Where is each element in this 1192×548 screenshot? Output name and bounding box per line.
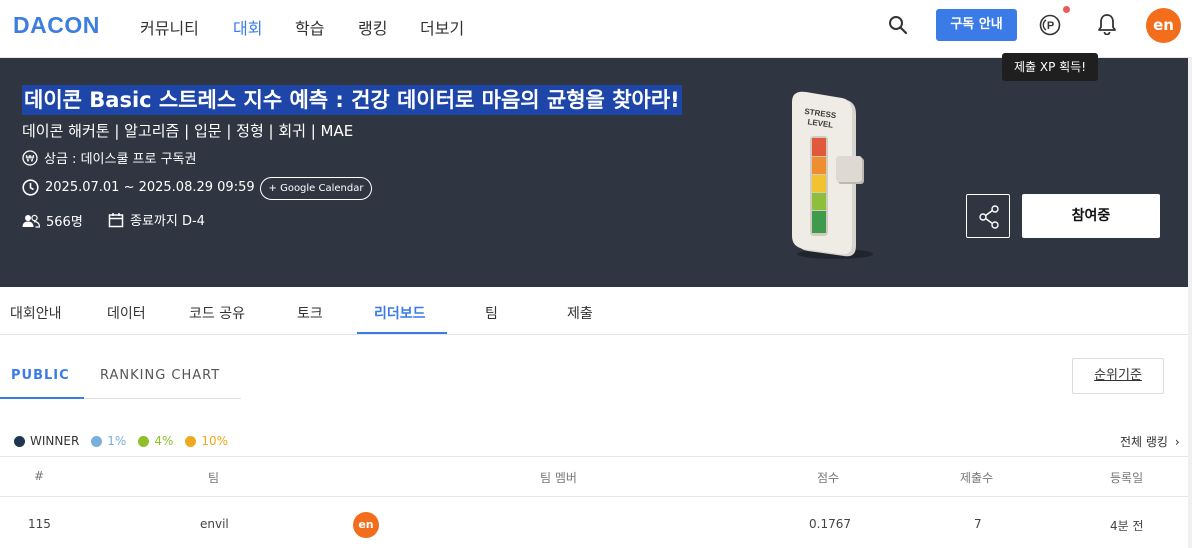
nav-item-ranking[interactable]: 랭킹 <box>358 15 387 39</box>
legend-label: 10% <box>201 434 229 448</box>
user-avatar[interactable]: en <box>1146 8 1181 43</box>
tab-submit[interactable]: 제출 <box>567 303 593 323</box>
dacon-logo[interactable]: DACON <box>13 12 100 39</box>
share-button[interactable] <box>966 194 1010 238</box>
legend-dot <box>14 435 25 447</box>
point-icon[interactable]: P <box>1038 13 1062 37</box>
row-rank: 115 <box>28 517 51 531</box>
legend-label: WINNER <box>30 434 80 448</box>
column-score: 점수 <box>817 471 840 485</box>
subtab-ranking-chart[interactable]: RANKING CHART <box>100 368 220 383</box>
search-icon[interactable] <box>888 15 908 35</box>
subscribe-button[interactable]: 구독 안내 <box>936 9 1017 41</box>
clock-icon <box>22 179 39 196</box>
ranking-criteria-button[interactable]: 순위기준 <box>1072 358 1164 394</box>
tab-leaderboard[interactable]: 리더보드 <box>374 303 426 323</box>
tab-team[interactable]: 팀 <box>485 303 498 323</box>
svg-text:P: P <box>1047 20 1054 32</box>
row-team[interactable]: envil <box>200 517 229 531</box>
rank-legend: WINNER 1% 4% 10% <box>14 434 240 448</box>
deadline-text: 종료까지 D-4 <box>130 214 205 229</box>
all-ranking-label: 전체 랭킹 <box>1120 435 1168 449</box>
xp-tooltip: 제출 XP 획득! <box>1002 53 1098 81</box>
nav-item-learning[interactable]: 학습 <box>295 15 324 39</box>
competition-tabs: 대회안내 데이터 코드 공유 토크 리더보드 팀 제출 <box>0 287 1192 335</box>
column-submissions: 제출수 <box>960 471 994 485</box>
subtab-public[interactable]: PUBLIC <box>11 368 70 383</box>
column-team: 팀 <box>208 471 220 485</box>
table-row[interactable]: 115 envil en 0.1767 7 4분 전 <box>0 497 1188 548</box>
prize-text: 상금 : 데이스쿨 프로 구독권 <box>44 152 197 167</box>
won-icon: ₩ <box>22 149 38 166</box>
tab-code-share[interactable]: 코드 공유 <box>189 303 245 323</box>
competition-tags: 데이콘 해커톤 | 알고리즘 | 입문 | 정형 | 회귀 | MAE <box>22 122 354 140</box>
join-button[interactable]: 참여중 <box>1022 194 1160 238</box>
bell-icon[interactable] <box>1097 13 1117 35</box>
prize-row: ₩ 상금 : 데이스쿨 프로 구독권 <box>22 148 196 167</box>
calendar-icon <box>108 212 124 227</box>
tab-data[interactable]: 데이터 <box>107 303 146 323</box>
active-subtab-indicator <box>0 397 84 399</box>
row-registered: 4분 전 <box>1110 519 1144 533</box>
top-navigation: DACON 커뮤니티 대회 학습 랭킹 더보기 구독 안내 P en <box>0 0 1192 58</box>
column-registered: 등록일 <box>1110 471 1144 485</box>
legend-dot <box>185 435 197 447</box>
chevron-right-icon: › <box>1174 435 1180 449</box>
leaderboard-header: # 팀 팀 멤버 점수 제출수 등록일 <box>0 456 1188 497</box>
nav-item-community[interactable]: 커뮤니티 <box>140 15 199 39</box>
period-text: 2025.07.01 ~ 2025.08.29 09:59 <box>45 180 255 195</box>
notification-dot <box>1063 6 1070 13</box>
page-scrollbar[interactable] <box>1188 58 1192 548</box>
participants-count: 566명 <box>46 215 83 230</box>
legend-dot <box>138 435 150 447</box>
tab-talk[interactable]: 토크 <box>297 303 323 323</box>
legend-top1: 1% <box>91 434 126 448</box>
legend-winner: WINNER <box>14 434 79 448</box>
row-score: 0.1767 <box>809 517 851 531</box>
nav-item-more[interactable]: 더보기 <box>420 15 464 39</box>
period-row: 2025.07.01 ~ 2025.08.29 09:59 <box>22 179 255 196</box>
svg-text:₩: ₩ <box>26 154 35 164</box>
all-ranking-link[interactable]: 전체 랭킹 › <box>1120 433 1180 450</box>
stress-level-illustration: STRESS LEVEL <box>792 91 873 259</box>
competition-title: 데이콘 Basic 스트레스 지수 예측 : 건강 데이터로 마음의 균형을 찾… <box>22 85 682 115</box>
share-icon <box>979 205 999 229</box>
column-rank: # <box>34 469 45 483</box>
people-icon <box>22 214 40 228</box>
member-avatar[interactable]: en <box>353 512 379 538</box>
row-submissions: 7 <box>974 517 982 531</box>
nav-item-competition[interactable]: 대회 <box>233 15 262 39</box>
legend-top4: 4% <box>138 434 173 448</box>
participants-row: 566명 <box>22 211 83 230</box>
active-tab-indicator <box>357 332 447 334</box>
legend-top10: 10% <box>185 434 228 448</box>
tab-overview[interactable]: 대회안내 <box>10 303 62 323</box>
legend-dot <box>91 435 103 447</box>
column-members: 팀 멤버 <box>540 471 577 485</box>
competition-hero: 데이콘 Basic 스트레스 지수 예측 : 건강 데이터로 마음의 균형을 찾… <box>0 58 1192 287</box>
google-calendar-button[interactable]: + Google Calendar <box>260 177 372 200</box>
legend-label: 4% <box>154 434 174 448</box>
legend-label: 1% <box>107 434 127 448</box>
deadline-row: 종료까지 D-4 <box>108 210 205 229</box>
